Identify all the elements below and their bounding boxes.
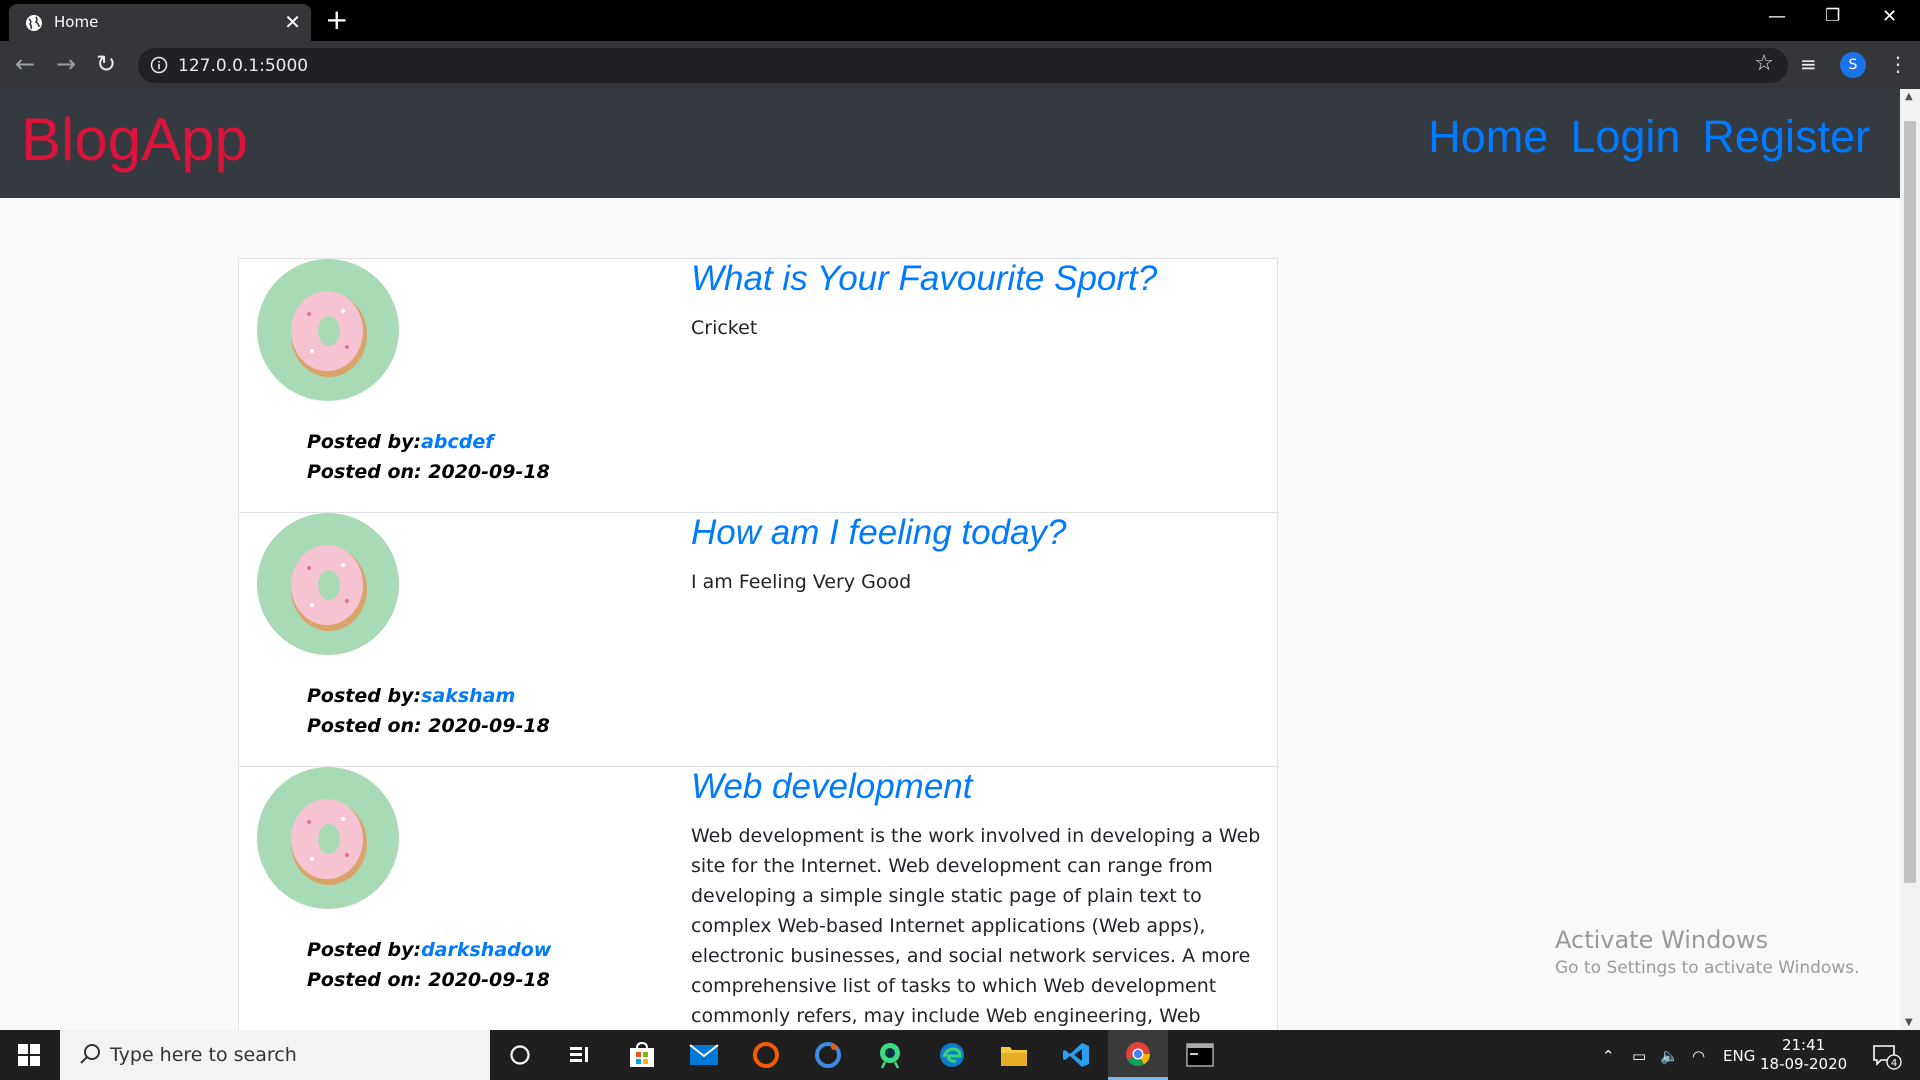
blue-ring-app-icon[interactable] <box>798 1030 858 1080</box>
author-link[interactable]: saksham <box>421 685 515 707</box>
info-icon[interactable] <box>150 56 168 74</box>
watermark-subtitle: Go to Settings to activate Windows. <box>1555 958 1860 978</box>
forward-icon[interactable]: → <box>56 50 76 78</box>
cortana-icon[interactable] <box>490 1030 550 1080</box>
profile-avatar[interactable]: S <box>1840 52 1866 78</box>
donut-avatar-icon <box>257 259 399 401</box>
notification-count: 4 <box>1891 1058 1897 1069</box>
browser-toolbar: ← → ↻ 127.0.0.1:5000 ☆ ≡ S ⋮ <box>0 41 1920 89</box>
taskbar-clock[interactable]: 21:41 18-09-2020 <box>1760 1036 1847 1074</box>
posted-by-label: Posted by: <box>307 939 422 961</box>
globe-icon <box>26 15 42 31</box>
windows-taskbar: Type here to search ⌃ ▭ 🔈 ◠ ENG 21:41 18… <box>0 1030 1920 1080</box>
search-icon <box>80 1044 100 1064</box>
post-date: 2020-09-18 <box>428 969 550 991</box>
post-title-link[interactable]: What is Your Favourite Sport? <box>691 259 1157 299</box>
post-body: I am Feeling Very Good <box>691 571 912 593</box>
browser-tab[interactable]: Home ✕ <box>9 4 311 41</box>
nav-home-link[interactable]: Home <box>1428 111 1548 163</box>
nav-links: Home Login Register <box>1428 111 1870 163</box>
post-card: Posted by:saksham Posted on: 2020-09-18 … <box>238 512 1278 766</box>
media-control-icon[interactable]: ≡ <box>1800 52 1817 76</box>
terminal-icon[interactable] <box>1170 1030 1230 1080</box>
site-navbar: BlogApp Home Login Register <box>0 89 1900 198</box>
language-indicator[interactable]: ENG <box>1723 1047 1755 1065</box>
post-meta: Posted by:abcdef Posted on: 2020-09-18 <box>307 427 550 487</box>
orange-app-icon[interactable] <box>736 1030 796 1080</box>
post-date: 2020-09-18 <box>428 715 550 737</box>
watermark-title: Activate Windows <box>1555 926 1769 954</box>
volume-icon[interactable]: 🔈 <box>1660 1047 1679 1065</box>
address-bar[interactable]: 127.0.0.1:5000 ☆ <box>138 48 1788 83</box>
menu-kebab-icon[interactable]: ⋮ <box>1888 52 1908 76</box>
new-tab-icon[interactable]: + <box>325 3 348 36</box>
post-meta: Posted by:saksham Posted on: 2020-09-18 <box>307 681 550 741</box>
bookmark-star-icon[interactable]: ☆ <box>1754 51 1774 76</box>
post-title-link[interactable]: Web development <box>691 767 972 807</box>
posted-on-label: Posted on: <box>307 715 429 737</box>
url-text: 127.0.0.1:5000 <box>178 56 309 76</box>
windows-start-icon[interactable] <box>18 1044 40 1066</box>
vscode-icon[interactable] <box>1046 1030 1106 1080</box>
clock-date: 18-09-2020 <box>1760 1055 1848 1073</box>
posted-on-label: Posted on: <box>307 969 429 991</box>
donut-avatar-icon <box>257 513 399 655</box>
notification-center-icon[interactable]: 4 <box>1872 1044 1902 1070</box>
tab-title: Home <box>54 13 99 31</box>
task-view-icon[interactable] <box>550 1030 610 1080</box>
post-list: Posted by:abcdef Posted on: 2020-09-18 W… <box>238 258 1278 1030</box>
post-card: Posted by:abcdef Posted on: 2020-09-18 W… <box>238 258 1278 512</box>
taskbar-search-box[interactable]: Type here to search <box>60 1030 490 1080</box>
chrome-icon[interactable] <box>1108 1030 1168 1080</box>
back-icon[interactable]: ← <box>15 50 35 78</box>
post-card: Posted by:darkshadow Posted on: 2020-09-… <box>238 766 1278 1030</box>
donut-avatar-icon <box>257 767 399 909</box>
nav-register-link[interactable]: Register <box>1702 111 1870 163</box>
battery-icon[interactable]: ▭ <box>1632 1047 1646 1065</box>
clock-time: 21:41 <box>1781 1036 1826 1054</box>
post-date: 2020-09-18 <box>428 461 550 483</box>
activate-windows-watermark: Activate Windows Go to Settings to activ… <box>1555 926 1860 978</box>
author-link[interactable]: abcdef <box>421 431 493 453</box>
file-explorer-icon[interactable] <box>984 1030 1044 1080</box>
wifi-icon[interactable]: ◠ <box>1692 1047 1705 1065</box>
window-close-icon[interactable]: ✕ <box>1882 6 1897 27</box>
scroll-up-icon[interactable]: ▲ <box>1905 91 1913 102</box>
author-link[interactable]: darkshadow <box>421 939 551 961</box>
scroll-down-icon[interactable]: ▼ <box>1905 1017 1913 1028</box>
page-viewport: BlogApp Home Login Register Posted by:ab… <box>0 89 1900 1030</box>
post-body: Web development is the work involved in … <box>691 825 1261 1027</box>
mail-icon[interactable] <box>674 1030 734 1080</box>
tab-strip: Home ✕ + — ❐ ✕ <box>0 0 1920 41</box>
search-placeholder: Type here to search <box>110 1044 297 1066</box>
reload-icon[interactable]: ↻ <box>96 50 116 78</box>
close-tab-icon[interactable]: ✕ <box>284 10 301 34</box>
posted-by-label: Posted by: <box>307 685 422 707</box>
page-scrollbar[interactable]: ▲ ▼ <box>1900 89 1920 1030</box>
posted-by-label: Posted by: <box>307 431 422 453</box>
post-title-link[interactable]: How am I feeling today? <box>691 513 1066 553</box>
nav-login-link[interactable]: Login <box>1570 111 1680 163</box>
site-brand[interactable]: BlogApp <box>21 105 248 174</box>
android-studio-icon[interactable] <box>860 1030 920 1080</box>
edge-icon[interactable] <box>922 1030 982 1080</box>
store-icon[interactable] <box>612 1030 672 1080</box>
posted-on-label: Posted on: <box>307 461 429 483</box>
restore-icon[interactable]: ❐ <box>1825 6 1840 26</box>
tray-expand-icon[interactable]: ⌃ <box>1602 1047 1615 1065</box>
scrollbar-thumb[interactable] <box>1904 121 1916 883</box>
minimize-icon[interactable]: — <box>1768 6 1786 27</box>
post-meta: Posted by:darkshadow Posted on: 2020-09-… <box>307 935 551 995</box>
post-body: Cricket <box>691 317 758 339</box>
